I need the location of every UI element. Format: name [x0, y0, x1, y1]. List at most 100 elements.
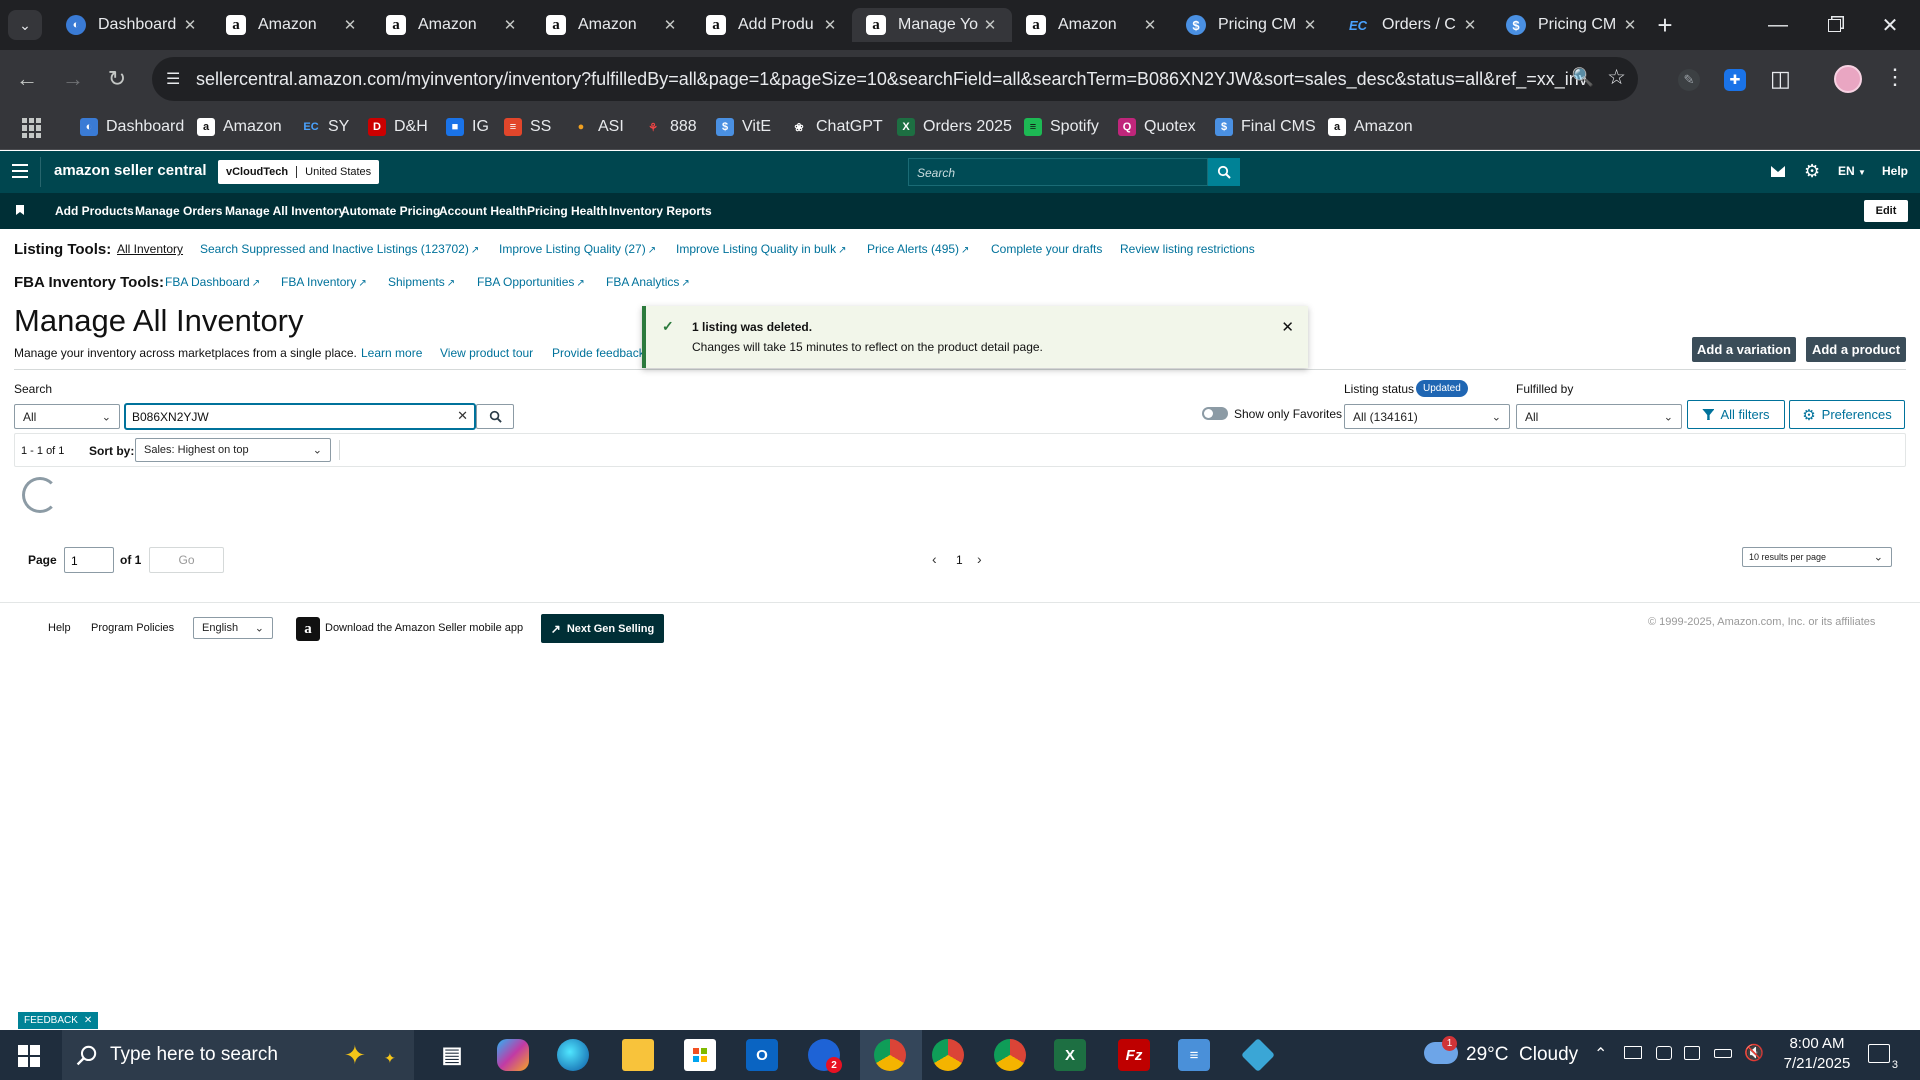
apps-grid-icon[interactable] — [22, 118, 42, 138]
hamburger-menu-icon[interactable] — [12, 164, 28, 178]
footer-language-select[interactable]: English ⌄ — [193, 617, 273, 639]
listing-tools-link[interactable]: Price Alerts (495) ↗ — [867, 242, 969, 256]
fba-tools-link[interactable]: FBA Inventory ↗ — [281, 275, 367, 289]
calculator-icon[interactable]: ≡ — [1178, 1039, 1210, 1071]
all-filters-button[interactable]: All filters — [1687, 400, 1785, 429]
reload-button[interactable]: ↻ — [100, 62, 134, 96]
next-page-icon[interactable]: › — [977, 551, 982, 567]
bookmark-item[interactable]: D D&H — [368, 118, 428, 136]
nav-item[interactable]: Add Products — [55, 204, 134, 218]
nav-item[interactable]: Manage Orders — [135, 204, 222, 218]
bookmark-star-icon[interactable]: ☆ — [1607, 65, 1626, 90]
tab-close-icon[interactable]: ✕ — [980, 16, 1000, 34]
browser-tab[interactable]: $ Pricing CM ✕ — [1172, 8, 1332, 42]
minimize-window-button[interactable]: — — [1760, 12, 1796, 38]
close-window-button[interactable]: ✕ — [1872, 12, 1908, 38]
back-button[interactable]: ← — [10, 62, 44, 96]
edge-browser-icon[interactable] — [557, 1039, 589, 1071]
extension-pen-icon[interactable]: ✎ — [1678, 69, 1700, 91]
account-switcher[interactable]: vCloudTech United States — [218, 160, 380, 184]
preferences-button[interactable]: ⚙ Preferences — [1789, 400, 1905, 429]
tab-close-icon[interactable]: ✕ — [1140, 16, 1160, 34]
listing-tools-link[interactable]: Search Suppressed and Inactive Listings … — [200, 242, 479, 256]
clear-search-icon[interactable]: ✕ — [457, 408, 468, 424]
tab-close-icon[interactable]: ✕ — [180, 16, 200, 34]
listing-status-select[interactable]: All (134161) ⌄ — [1344, 404, 1510, 429]
nav-item[interactable]: Manage All Inventory — [225, 204, 345, 218]
tab-close-icon[interactable]: ✕ — [340, 16, 360, 34]
results-per-page-select[interactable]: 10 results per page ⌄ — [1742, 547, 1892, 567]
profile-avatar[interactable] — [1834, 65, 1862, 93]
learn-more-link[interactable]: Learn more — [361, 346, 422, 360]
nav-item[interactable]: Account Health — [439, 204, 527, 218]
browser-tab[interactable]: a Amazon ✕ — [212, 8, 372, 42]
bookmark-item[interactable]: EC SY — [302, 118, 349, 136]
zoom-icon[interactable]: 🔍 — [1572, 67, 1594, 88]
download-app-link[interactable]: Download the Amazon Seller mobile app — [325, 622, 523, 634]
tab-close-icon[interactable]: ✕ — [500, 16, 520, 34]
listing-tools-link[interactable]: Improve Listing Quality in bulk ↗ — [676, 242, 846, 256]
add-variation-button[interactable]: Add a variation — [1692, 337, 1796, 362]
tab-close-icon[interactable]: ✕ — [660, 16, 680, 34]
restore-window-button[interactable] — [1816, 12, 1852, 38]
seller-central-logo[interactable]: amazon seller central — [54, 162, 207, 179]
chrome-icon[interactable] — [874, 1039, 906, 1071]
header-search-box[interactable]: Search — [908, 158, 1208, 186]
bookmark-item[interactable]: $ VitE — [716, 118, 771, 136]
feedback-tab[interactable]: FEEDBACK ✕ — [18, 1012, 99, 1029]
vpn-app-icon[interactable] — [1241, 1038, 1275, 1072]
browser-tab[interactable]: EC Orders / C ✕ — [1332, 8, 1492, 42]
nav-item[interactable]: Automate Pricing — [341, 204, 440, 218]
bookmark-item[interactable]: ≡ SS — [504, 118, 551, 136]
tab-close-icon[interactable]: ✕ — [820, 16, 840, 34]
browser-tab[interactable]: a Amazon ✕ — [532, 8, 692, 42]
meet-now-icon[interactable] — [1656, 1046, 1672, 1060]
network-icon[interactable] — [1624, 1046, 1642, 1059]
fba-tools-link[interactable]: FBA Analytics ↗ — [606, 275, 690, 289]
search-submit-button[interactable] — [476, 404, 514, 429]
bookmark-item[interactable]: ◐ Dashboard — [80, 118, 184, 136]
footer-help-link[interactable]: Help — [48, 622, 71, 634]
browser-tab[interactable]: a Manage Yo ✕ — [852, 8, 1012, 42]
copilot-app-icon[interactable] — [497, 1039, 529, 1071]
forward-button[interactable]: → — [56, 62, 90, 96]
chrome-alt-icon[interactable] — [994, 1039, 1026, 1071]
listing-tools-link[interactable]: All Inventory — [117, 242, 183, 256]
seller-app-icon[interactable]: a — [296, 617, 320, 641]
fba-tools-link[interactable]: FBA Dashboard ↗ — [165, 275, 260, 289]
close-icon[interactable]: ✕ — [84, 1015, 92, 1026]
chrome-profile-icon[interactable] — [932, 1039, 964, 1071]
browser-tab[interactable]: a Amazon ✕ — [372, 8, 532, 42]
clock[interactable]: 8:00 AM 7/21/2025 — [1770, 1035, 1864, 1072]
listing-tools-link[interactable]: Improve Listing Quality (27) ↗ — [499, 242, 656, 256]
bookmark-item[interactable]: ❀ ChatGPT — [790, 118, 882, 136]
extensions-icon[interactable]: ◫ — [1770, 66, 1791, 92]
screen-capture-icon[interactable] — [1684, 1046, 1700, 1060]
browser-tab[interactable]: $ Pricing CM ✕ — [1492, 8, 1652, 42]
language-selector[interactable]: EN ▼ — [1838, 164, 1866, 178]
address-bar[interactable]: ☰ sellercentral.amazon.com/myinventory/i… — [152, 57, 1638, 101]
header-help-link[interactable]: Help — [1882, 164, 1908, 178]
bookmark-item[interactable]: a Amazon — [197, 118, 282, 136]
prev-page-icon[interactable]: ‹ — [932, 551, 937, 567]
calendar-app-icon[interactable]: 2 — [808, 1039, 842, 1073]
microsoft-store-icon[interactable] — [684, 1039, 716, 1071]
bookmark-item[interactable]: X Orders 2025 — [897, 118, 1012, 136]
favorites-toggle[interactable] — [1202, 407, 1228, 420]
listing-tools-link[interactable]: Review listing restrictions — [1120, 242, 1255, 256]
tab-close-icon[interactable]: ✕ — [1620, 16, 1640, 34]
sort-select[interactable]: Sales: Highest on top ⌄ — [135, 438, 331, 462]
task-view-icon[interactable]: ▤ — [436, 1039, 468, 1071]
fba-tools-link[interactable]: FBA Opportunities ↗ — [477, 275, 585, 289]
tab-search-button[interactable]: ⌄ — [8, 10, 42, 40]
weather-widget[interactable]: 1 29°C Cloudy — [1420, 1030, 1578, 1080]
view-product-tour-link[interactable]: View product tour — [440, 346, 533, 360]
add-product-button[interactable]: Add a product — [1806, 337, 1906, 362]
nav-item[interactable]: Inventory Reports — [609, 204, 712, 218]
windows-start-icon[interactable] — [18, 1045, 40, 1067]
bookmark-item[interactable]: $ Final CMS — [1215, 118, 1316, 136]
bookmark-item[interactable]: ≡ Spotify — [1024, 118, 1099, 136]
search-field-select[interactable]: All ⌄ — [14, 404, 120, 429]
fulfilled-by-select[interactable]: All ⌄ — [1516, 404, 1682, 429]
listing-tools-link[interactable]: Complete your drafts — [991, 242, 1102, 256]
